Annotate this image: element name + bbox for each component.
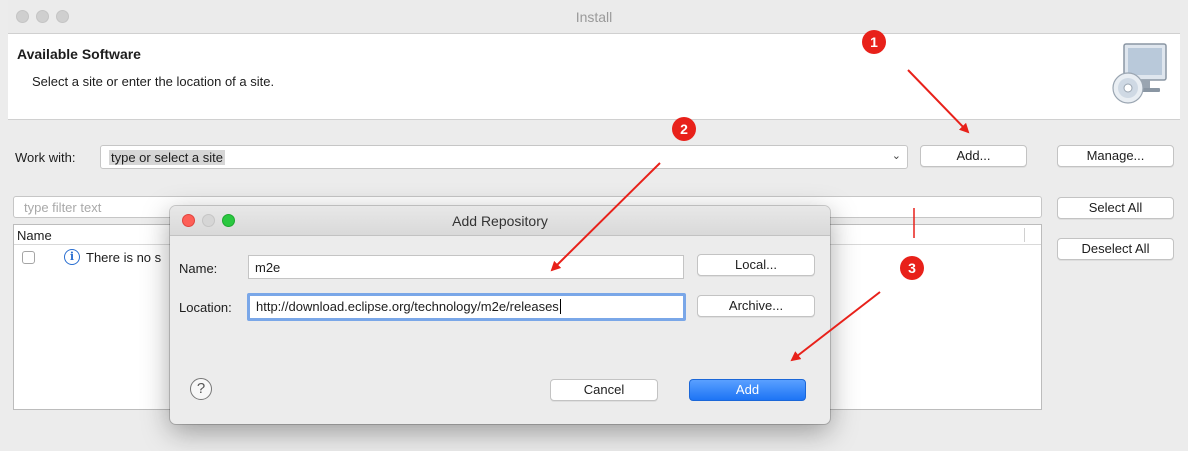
work-with-label: Work with:: [15, 150, 76, 165]
column-divider: [1024, 228, 1025, 242]
monitor-cd-icon: [1112, 43, 1167, 104]
window-title: Install: [575, 9, 613, 25]
dialog-titlebar: Add Repository: [170, 206, 830, 236]
step-badge-1: 1: [862, 30, 886, 54]
step-badge-3: 3: [900, 256, 924, 280]
select-all-button[interactable]: Select All: [1057, 197, 1174, 219]
archive-button[interactable]: Archive...: [697, 295, 815, 317]
location-input[interactable]: http://download.eclipse.org/technology/m…: [247, 293, 686, 321]
manage-button[interactable]: Manage...: [1057, 145, 1174, 167]
step-badge-2: 2: [672, 117, 696, 141]
add-repository-dialog: Add Repository Name: m2e Local... Locati…: [170, 206, 830, 424]
row-checkbox[interactable]: [22, 251, 35, 264]
wizard-header: Available Software Select a site or ente…: [8, 34, 1180, 120]
work-with-combo[interactable]: type or select a site ⌄: [100, 145, 908, 169]
name-input-value: m2e: [255, 260, 281, 275]
filter-placeholder: type filter text: [24, 200, 102, 215]
local-button[interactable]: Local...: [697, 254, 815, 276]
page-title: Available Software: [17, 46, 141, 62]
chevron-down-icon[interactable]: ⌄: [892, 149, 901, 162]
location-label: Location:: [179, 300, 232, 315]
row-text: There is no s: [86, 250, 162, 265]
name-label: Name:: [179, 261, 218, 276]
screen: Install Available Software Select a site…: [0, 0, 1188, 451]
help-icon[interactable]: ?: [190, 378, 212, 400]
deselect-all-button[interactable]: Deselect All: [1057, 238, 1174, 260]
column-header-name[interactable]: Name: [17, 228, 52, 243]
add-button[interactable]: Add: [689, 379, 806, 401]
location-input-value: http://download.eclipse.org/technology/m…: [256, 299, 561, 314]
info-icon: i: [64, 249, 80, 265]
name-input[interactable]: m2e: [248, 255, 684, 279]
add-site-button[interactable]: Add...: [920, 145, 1027, 167]
cancel-button[interactable]: Cancel: [550, 379, 658, 401]
window-titlebar: Install: [8, 0, 1180, 34]
work-with-value: type or select a site: [109, 150, 225, 165]
dialog-title: Add Repository: [452, 213, 548, 229]
page-subtitle: Select a site or enter the location of a…: [32, 74, 275, 89]
